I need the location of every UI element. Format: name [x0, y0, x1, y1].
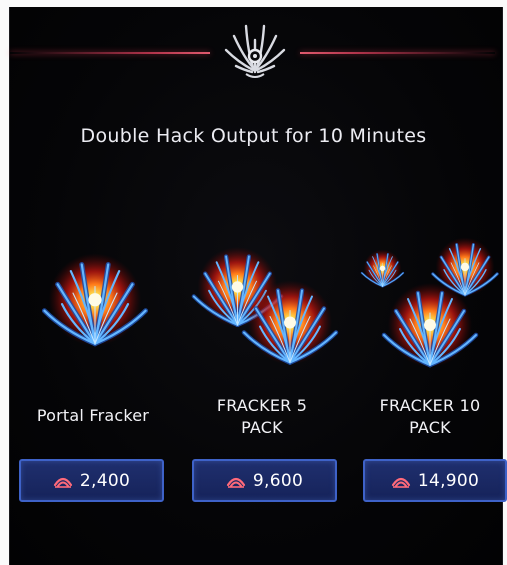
cmu-currency-icon — [53, 477, 73, 488]
item-name-portal-fracker: Portal Fracker — [13, 405, 173, 427]
buy-button-fracker-5-pack[interactable]: 9,600 — [192, 459, 337, 502]
price-value: 14,900 — [417, 470, 480, 491]
buy-button-fracker-10-pack[interactable]: 14,900 — [363, 459, 507, 502]
item-name-fracker-10-pack: FRACKER 10 PACK — [350, 395, 507, 439]
cmu-currency-icon — [226, 477, 246, 488]
item-name-line: FRACKER 10 — [379, 396, 481, 415]
header-divider-right — [300, 52, 495, 54]
item-name-line: FRACKER 5 — [216, 396, 308, 415]
item-name-line: Portal Fracker — [36, 406, 150, 425]
header-divider-left — [10, 52, 210, 54]
fracker-10-pack-art-front — [380, 268, 480, 378]
price-value: 2,400 — [79, 470, 131, 491]
fracker-emblem-icon — [224, 24, 286, 78]
fracker-5-pack-art-front — [240, 268, 340, 373]
item-name-fracker-5-pack: FRACKER 5 PACK — [182, 395, 342, 439]
cmu-currency-icon — [391, 477, 410, 488]
offer-description: Double Hack Output for 10 Minutes — [80, 125, 427, 147]
item-name-line: PACK — [409, 418, 451, 437]
buy-button-portal-fracker[interactable]: 2,400 — [19, 459, 164, 502]
item-name-line: PACK — [241, 418, 283, 437]
portal-fracker-art — [40, 240, 150, 355]
price-value: 9,600 — [252, 470, 304, 491]
